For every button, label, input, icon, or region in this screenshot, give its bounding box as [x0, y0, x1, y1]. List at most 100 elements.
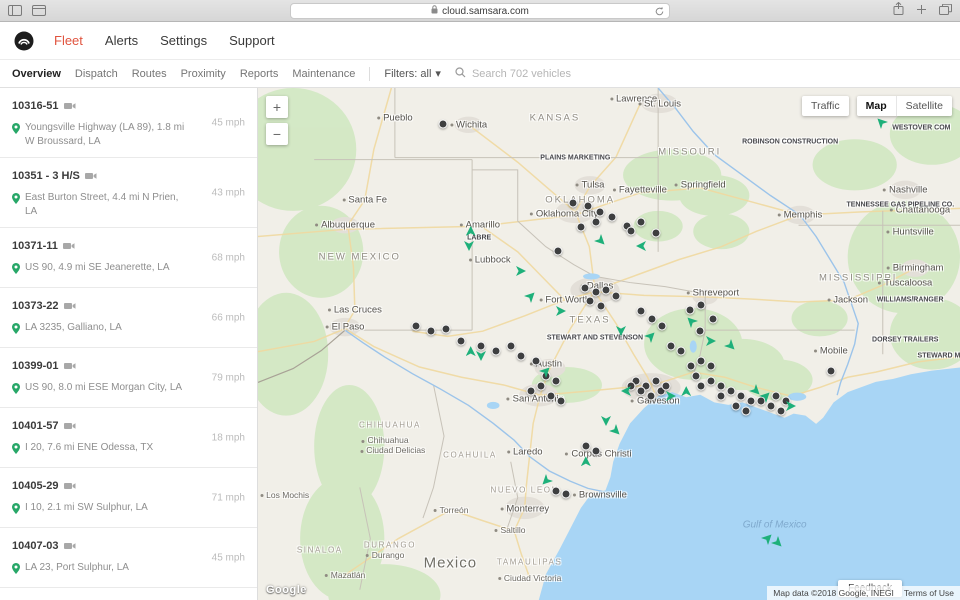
vehicle-marker-stopped[interactable] — [771, 391, 781, 401]
vehicle-marker-stopped[interactable] — [716, 391, 726, 401]
vehicle-marker-moving[interactable] — [465, 225, 476, 236]
sidebar-toggle-icon[interactable] — [8, 5, 22, 16]
vehicle-marker-stopped[interactable] — [696, 300, 706, 310]
map-type-map-button[interactable]: Map — [856, 96, 896, 116]
vehicle-marker-stopped[interactable] — [438, 119, 448, 129]
vehicle-marker-stopped[interactable] — [636, 386, 646, 396]
vehicle-marker-stopped[interactable] — [551, 376, 561, 386]
tab-overview[interactable]: Overview — [12, 68, 61, 80]
vehicle-marker-stopped[interactable] — [506, 341, 516, 351]
vehicle-marker-stopped[interactable] — [776, 406, 786, 416]
tab-proximity[interactable]: Proximity — [181, 68, 226, 80]
vehicle-row[interactable]: 10373-22 LA 3235, Galliano, LA 66 mph — [0, 288, 257, 348]
vehicle-marker-stopped[interactable] — [636, 217, 646, 227]
vehicle-marker-stopped[interactable] — [716, 381, 726, 391]
vehicle-marker-stopped[interactable] — [726, 386, 736, 396]
vehicle-marker-stopped[interactable] — [591, 287, 601, 297]
zoom-in-button[interactable]: + — [266, 96, 288, 118]
vehicle-row[interactable]: 10407-03 LA 23, Port Sulphur, LA 45 mph — [0, 528, 257, 588]
vehicle-row[interactable]: 10401-57 I 20, 7.6 mi ENE Odessa, TX 18 … — [0, 408, 257, 468]
vehicle-marker-stopped[interactable] — [585, 296, 595, 306]
tab-dispatch[interactable]: Dispatch — [75, 68, 118, 80]
vehicle-marker-stopped[interactable] — [411, 321, 421, 331]
vehicle-marker-moving[interactable] — [771, 536, 785, 550]
vehicle-marker-stopped[interactable] — [591, 446, 601, 456]
vehicle-marker-stopped[interactable] — [766, 401, 776, 411]
vehicle-marker-moving[interactable] — [616, 326, 626, 336]
vehicle-marker-stopped[interactable] — [741, 406, 751, 416]
vehicle-marker-moving[interactable] — [539, 474, 553, 488]
vehicle-marker-stopped[interactable] — [651, 376, 661, 386]
vehicle-marker-stopped[interactable] — [691, 371, 701, 381]
vehicle-marker-stopped[interactable] — [636, 306, 646, 316]
vehicle-marker-stopped[interactable] — [696, 381, 706, 391]
tab-maintenance[interactable]: Maintenance — [292, 68, 355, 80]
vehicle-marker-stopped[interactable] — [657, 321, 667, 331]
vehicle-marker-stopped[interactable] — [611, 291, 621, 301]
vehicle-marker-stopped[interactable] — [736, 391, 746, 401]
map-type-satellite-button[interactable]: Satellite — [895, 96, 952, 116]
vehicle-marker-stopped[interactable] — [491, 346, 501, 356]
vehicle-row[interactable]: 10416-51 LA 308, 7.0 mi SE Raceland, LA … — [0, 588, 257, 600]
vehicle-marker-stopped[interactable] — [526, 386, 536, 396]
new-tab-icon[interactable] — [916, 2, 927, 20]
vehicle-row[interactable]: 10371-11 US 90, 4.9 mi SE Jeanerette, LA… — [0, 228, 257, 288]
vehicle-marker-moving[interactable] — [465, 346, 476, 357]
filters-dropdown[interactable]: Filters: all ▾ — [384, 67, 441, 81]
vehicle-marker-stopped[interactable] — [626, 226, 636, 236]
vehicle-marker-stopped[interactable] — [646, 391, 656, 401]
vehicle-marker-stopped[interactable] — [706, 376, 716, 386]
vehicle-marker-stopped[interactable] — [696, 356, 706, 366]
vehicle-marker-stopped[interactable] — [553, 246, 563, 256]
vehicle-marker-stopped[interactable] — [686, 361, 696, 371]
vehicle-marker-stopped[interactable] — [551, 486, 561, 496]
vehicle-marker-stopped[interactable] — [666, 341, 676, 351]
vehicle-marker-moving[interactable] — [594, 234, 608, 248]
vehicle-marker-moving[interactable] — [666, 391, 676, 401]
vehicle-marker-moving[interactable] — [476, 351, 486, 361]
vehicle-row[interactable]: 10351 - 3 H/S East Burton Street, 4.4 mi… — [0, 158, 257, 228]
vehicle-marker-stopped[interactable] — [581, 441, 591, 451]
vehicle-marker-stopped[interactable] — [695, 326, 705, 336]
address-bar[interactable]: cloud.samsara.com — [290, 3, 670, 19]
vehicle-marker-stopped[interactable] — [685, 305, 695, 315]
vehicle-marker-moving[interactable] — [636, 241, 646, 251]
vehicle-marker-stopped[interactable] — [601, 285, 611, 295]
tab-reports[interactable]: Reports — [240, 68, 279, 80]
vehicle-marker-moving[interactable] — [724, 339, 738, 353]
vehicle-marker-stopped[interactable] — [591, 217, 601, 227]
vehicle-row[interactable]: 10399-01 US 90, 8.0 mi ESE Morgan City, … — [0, 348, 257, 408]
vehicle-marker-stopped[interactable] — [826, 366, 836, 376]
vehicle-marker-moving[interactable] — [556, 306, 566, 316]
vehicle-marker-stopped[interactable] — [426, 326, 436, 336]
reload-icon[interactable] — [654, 6, 665, 20]
vehicle-marker-moving[interactable] — [464, 241, 474, 251]
nav-item-fleet[interactable]: Fleet — [54, 33, 83, 48]
vehicle-marker-stopped[interactable] — [568, 198, 578, 208]
nav-item-support[interactable]: Support — [229, 33, 275, 48]
vehicle-marker-moving[interactable] — [601, 416, 611, 426]
tab-overview-icon[interactable] — [32, 5, 46, 16]
vehicle-marker-stopped[interactable] — [731, 401, 741, 411]
vehicle-marker-stopped[interactable] — [706, 361, 716, 371]
vehicle-marker-stopped[interactable] — [536, 381, 546, 391]
vehicle-marker-stopped[interactable] — [576, 222, 586, 232]
nav-item-settings[interactable]: Settings — [160, 33, 207, 48]
vehicle-marker-moving[interactable] — [516, 266, 526, 276]
vehicle-marker-stopped[interactable] — [556, 396, 566, 406]
vehicle-marker-stopped[interactable] — [456, 336, 466, 346]
vehicle-marker-moving[interactable] — [874, 115, 888, 129]
vehicle-marker-stopped[interactable] — [647, 314, 657, 324]
search-input[interactable] — [471, 67, 632, 80]
vehicle-marker-moving[interactable] — [786, 401, 796, 411]
vehicle-marker-moving[interactable] — [609, 424, 623, 438]
traffic-button[interactable]: Traffic — [802, 96, 849, 116]
zoom-out-button[interactable]: − — [266, 123, 288, 145]
vehicle-marker-stopped[interactable] — [651, 228, 661, 238]
vehicle-marker-stopped[interactable] — [676, 346, 686, 356]
vehicle-marker-stopped[interactable] — [595, 207, 605, 217]
samsara-logo[interactable] — [14, 31, 34, 51]
terms-of-use-link[interactable]: Terms of Use — [904, 588, 954, 598]
map-canvas[interactable]: KANSAS MISSOURI OKLAHOMA NEW MEXICO TEXAS MIS… — [258, 88, 960, 600]
vehicle-marker-stopped[interactable] — [580, 283, 590, 293]
